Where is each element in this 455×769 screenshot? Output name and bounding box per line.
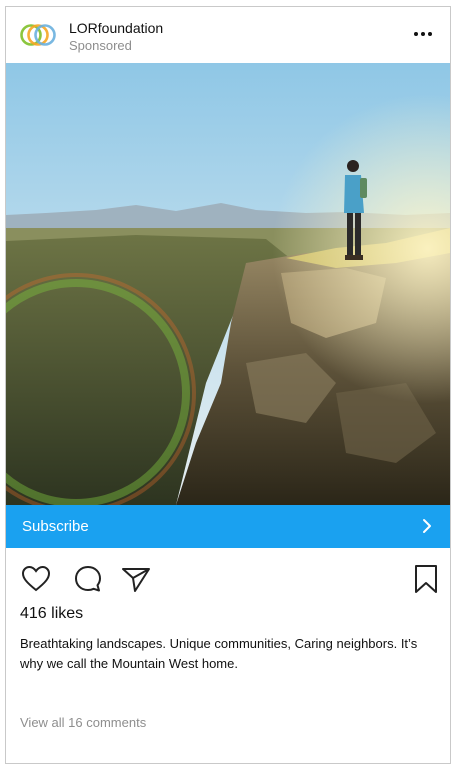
comment-bubble-icon[interactable] [72, 563, 104, 595]
likes-count[interactable]: 416 likes [20, 605, 83, 623]
share-send-icon[interactable] [120, 563, 152, 595]
more-options-icon[interactable] [412, 23, 434, 45]
chevron-right-icon[interactable] [420, 517, 434, 535]
post-caption: Breathtaking landscapes. Unique communit… [20, 636, 418, 671]
post-header: LORfoundation Sponsored [6, 7, 450, 63]
brand-name[interactable]: LORfoundation [69, 20, 163, 36]
brand-logo[interactable] [18, 21, 58, 49]
post-actions [6, 559, 450, 599]
bookmark-save-icon[interactable] [410, 563, 442, 595]
view-comments-link[interactable]: View all 16 comments [20, 715, 146, 730]
sponsored-post-card: LORfoundation Sponsored Subscribe 416 li… [5, 6, 451, 764]
like-heart-icon[interactable] [20, 563, 52, 595]
sponsored-label: Sponsored [69, 38, 132, 53]
subscribe-button-label[interactable]: Subscribe [22, 518, 89, 535]
post-photo[interactable] [6, 63, 450, 505]
hiker-cliff-image [6, 63, 450, 505]
subscribe-cta-bar[interactable]: Subscribe [6, 505, 450, 548]
